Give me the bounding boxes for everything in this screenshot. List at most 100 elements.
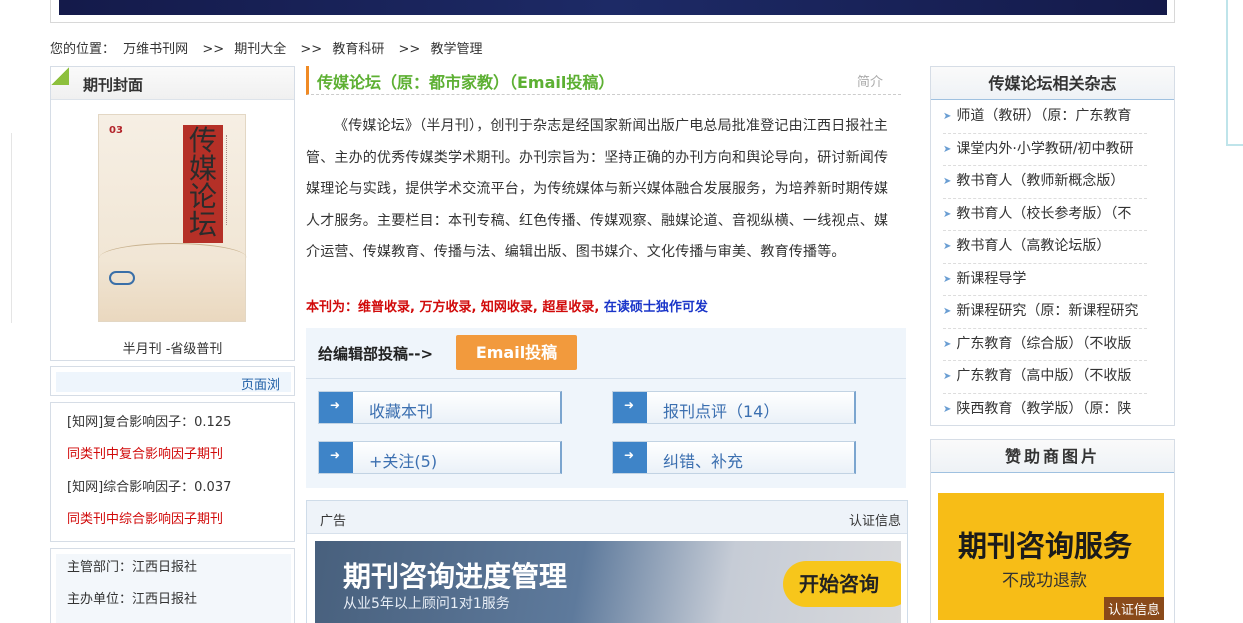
bullet-arrow-icon: ➤ (943, 371, 952, 382)
correction-button[interactable]: 纠错、补充 (612, 441, 856, 474)
breadcrumb-item-journals[interactable]: 期刊大全 (234, 42, 286, 57)
cover-issue-number: 03 (109, 125, 123, 136)
indexed-in-line: 本刊为：维普收录, 万方收录, 知网收录, 超星收录, 在读硕士独作可发 (306, 296, 708, 315)
breadcrumb-sep: >> (300, 42, 323, 57)
related-journal-label: 陕西教育（教学版）（原：陕 (956, 400, 1132, 417)
ad-panel: 广告 认证信息 期刊咨询进度管理 从业5年以上顾问1对1服务 开始咨询 (306, 500, 908, 623)
related-journal-label: 新课程导学 (956, 270, 1027, 287)
submission-divider (306, 378, 906, 379)
related-journal-item[interactable]: ➤ 课堂内外·小学教研/初中教研 (943, 134, 1147, 166)
top-banner-image[interactable] (59, 0, 1167, 15)
bullet-arrow-icon: ➤ (943, 111, 952, 122)
related-journals-title: 传媒论坛相关杂志 (931, 67, 1174, 100)
bullet-arrow-icon: ➤ (943, 273, 952, 285)
corner-triangle-icon (51, 67, 69, 85)
related-journal-label: 教书育人（教师新概念版） (956, 173, 1125, 189)
related-journal-item[interactable]: ➤ 师道（教研）（原：广东教育 (943, 101, 1147, 134)
breadcrumb-item-home[interactable]: 万维书刊网 (123, 42, 188, 57)
sponsor-banner-subtitle: 不成功退款 (1002, 571, 1087, 591)
bullet-arrow-icon: ➤ (943, 241, 952, 252)
journal-description: 《传媒论坛》（半月刊），创刊于杂志是经国家新闻出版广电总局批准登记由江西日报社主… (306, 118, 889, 260)
breadcrumb-item-teaching[interactable]: 教学管理 (430, 42, 482, 57)
sponsoring-unit: 主办单位：江西日报社 (67, 592, 198, 607)
impact-factor-panel: [知网]复合影响因子：0.125 同类刊中复合影响因子期刊 [知网]综合影响因子… (50, 402, 295, 542)
bullet-arrow-icon: ➤ (943, 403, 952, 415)
sponsor-title: 赞助商图片 (931, 440, 1174, 473)
related-journal-item[interactable]: ➤ 新课程导学 (943, 264, 1147, 296)
favorite-button[interactable]: 收藏本刊 (318, 391, 562, 424)
related-journal-label: 教书育人（高教论坛版） (956, 238, 1111, 254)
publisher-info-panel: 主管部门：江西日报社 主办单位：江西日报社 (50, 548, 295, 623)
ad-banner[interactable]: 期刊咨询进度管理 从业5年以上顾问1对1服务 开始咨询 (315, 541, 901, 623)
supervising-dept: 主管部门：江西日报社 (67, 560, 198, 575)
breadcrumb: 您的位置： 万维书刊网 >> 期刊大全 >> 教育科研 >> 教学管理 (50, 38, 486, 57)
cover-wave-decoration (99, 243, 247, 273)
journal-cover-image[interactable]: 03 传媒论坛 (98, 114, 247, 322)
related-journal-item[interactable]: ➤ 广东教育（综合版）（不收版 (943, 329, 1147, 361)
page-browse-box: 页面浏 (50, 366, 295, 396)
arrow-right-icon (319, 442, 353, 473)
page-browse-link[interactable]: 页面浏 (241, 374, 287, 393)
compound-impact-factor: [知网]复合影响因子：0.125 (67, 415, 232, 430)
related-journal-item[interactable]: ➤ 教书育人（高教论坛版） (943, 231, 1147, 264)
overall-factor-link[interactable]: 同类刊中综合影响因子期刊 (67, 508, 223, 527)
arrow-right-icon (613, 442, 647, 473)
ad-banner-subtitle: 从业5年以上顾问1对1服务 (343, 596, 510, 612)
left-edge-divider (0, 133, 12, 323)
cover-side-text (226, 135, 234, 225)
bullet-arrow-icon: ➤ (943, 208, 952, 220)
correction-label: 纠错、补充 (663, 452, 744, 471)
bullet-arrow-icon: ➤ (943, 306, 952, 317)
related-journal-label: 广东教育（综合版）（不收版 (956, 335, 1132, 352)
related-journal-item[interactable]: ➤ 教书育人（教师新概念版） (943, 166, 1147, 199)
indexed-databases: 本刊为：维普收录, 万方收录, 知网收录, 超星收录, (306, 300, 604, 315)
review-button[interactable]: 报刊点评（14） (612, 391, 856, 424)
email-submit-button[interactable]: Email投稿 (456, 335, 577, 370)
ad-cert-link[interactable]: 认证信息 (849, 510, 901, 529)
favorite-label: 收藏本刊 (369, 402, 434, 421)
sponsor-panel: 赞助商图片 期刊咨询服务 不成功退款 认证信息 (930, 439, 1175, 623)
right-edge-divider (1226, 0, 1243, 146)
top-banner-frame (50, 0, 1175, 23)
related-journal-label: 广东教育（高中版）（不收版 (956, 368, 1132, 384)
cover-caption: 半月刊 -省级普刊 (122, 342, 223, 357)
related-journal-label: 课堂内外·小学教研/初中教研 (956, 140, 1134, 157)
journal-title-bar: 传媒论坛（原：都市家教）（Email投稿） 简介 (306, 66, 901, 95)
arrow-right-icon (319, 392, 353, 423)
masters-solo-note: 在读硕士独作可发 (603, 300, 708, 315)
arrow-right-icon (613, 392, 647, 423)
breadcrumb-item-education[interactable]: 教育科研 (332, 42, 384, 57)
related-journal-label: 新课程研究（原：新课程研究 (956, 303, 1139, 319)
sponsor-banner[interactable]: 期刊咨询服务 不成功退款 认证信息 (938, 493, 1164, 620)
cover-logo-icon (109, 271, 135, 285)
review-label: 报刊点评（14） (663, 402, 780, 421)
page-browse-bar: 页面浏 (56, 372, 291, 393)
cover-title-text: 传媒论坛 (188, 124, 217, 241)
related-journal-item[interactable]: ➤ 教书育人（校长参考版）（不 (943, 199, 1147, 231)
intro-link[interactable]: 简介 (857, 71, 883, 90)
follow-button[interactable]: +关注(5) (318, 441, 562, 474)
compound-factor-link[interactable]: 同类刊中复合影响因子期刊 (67, 443, 223, 462)
cover-panel-header: 期刊封面 (51, 67, 294, 100)
related-journal-label: 教书育人（校长参考版）（不 (956, 205, 1132, 222)
cover-panel-title: 期刊封面 (83, 76, 144, 94)
sponsor-cert-badge[interactable]: 认证信息 (1103, 597, 1164, 620)
ad-label: 广告 (320, 514, 347, 529)
breadcrumb-sep: >> (202, 42, 225, 57)
submission-panel: 给编辑部投稿--> Email投稿 收藏本刊 报刊点评（14） +关注(5) 纠… (306, 328, 906, 488)
breadcrumb-sep: >> (398, 42, 421, 57)
ad-header: 广告 认证信息 (307, 501, 907, 534)
follow-label: +关注(5) (369, 452, 438, 471)
ad-banner-title: 期刊咨询进度管理 (343, 560, 568, 593)
start-consult-button[interactable]: 开始咨询 (783, 561, 901, 607)
related-journal-item[interactable]: ➤ 陕西教育（教学版）（原：陕 (943, 394, 1147, 427)
related-journal-label: 师道（教研）（原：广东教育 (956, 108, 1132, 124)
cover-panel: 期刊封面 03 传媒论坛 半月刊 -省级普刊 (50, 66, 295, 361)
sponsor-banner-title: 期刊咨询服务 (958, 529, 1133, 563)
journal-title: 传媒论坛（原：都市家教）（Email投稿） (317, 73, 615, 92)
related-journal-item[interactable]: ➤ 广东教育（高中版）（不收版 (943, 361, 1147, 394)
bullet-arrow-icon: ➤ (943, 176, 952, 187)
bullet-arrow-icon: ➤ (943, 338, 952, 350)
related-journal-item[interactable]: ➤ 新课程研究（原：新课程研究 (943, 296, 1147, 329)
submit-label: 给编辑部投稿--> (318, 345, 434, 363)
